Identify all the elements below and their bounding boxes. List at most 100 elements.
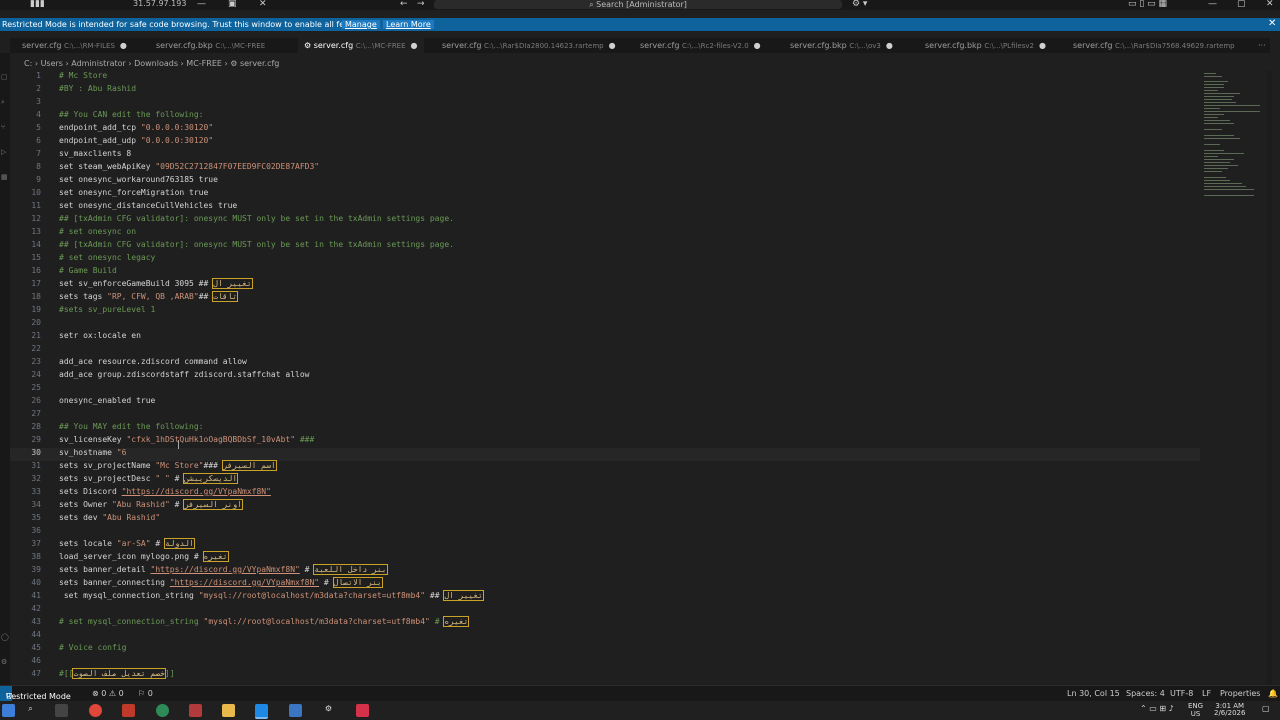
code-token: تاقات: [212, 291, 239, 302]
code-token: set sv_enforceGameBuild 3095 ##: [59, 279, 214, 288]
clock[interactable]: 3:01 AM 2/6/2026: [1214, 703, 1245, 717]
app-icon-1[interactable]: [122, 704, 135, 717]
line-number: 41: [31, 591, 41, 600]
code-token: sets banner_detail: [59, 565, 151, 574]
language-mode[interactable]: Properties: [1220, 689, 1260, 698]
line-number: 35: [31, 513, 41, 522]
close-icon[interactable]: ✕: [259, 0, 267, 9]
code-line: 28 ## You MAY edit the following:: [10, 422, 1200, 435]
file-explorer-icon[interactable]: [222, 704, 235, 717]
code-token: # set onesync legacy: [59, 253, 156, 262]
back-icon[interactable]: ←: [400, 0, 408, 9]
tab-server-cfg-rartemp-1[interactable]: server.cfg C:\...\Rar$DIa2800.14623.rart…: [442, 38, 616, 53]
window-restore-icon[interactable]: ▢: [1237, 0, 1246, 9]
tab-server-cfg-bkp-ov3[interactable]: server.cfg.bkp C:\...\ov3 ●: [790, 38, 893, 53]
unsaved-dot-icon[interactable]: ●: [1039, 41, 1046, 50]
notification-center-icon[interactable]: ▢: [1262, 704, 1270, 713]
code-token: تغيير ال: [443, 590, 484, 601]
app-icon-5[interactable]: [356, 704, 369, 717]
tab-server-cfg-bkp-plfiles[interactable]: server.cfg.bkp C:\...\PLfilesv2 ●: [925, 38, 1046, 53]
code-token: اونر السيرفر: [183, 499, 244, 510]
task-view-icon[interactable]: [55, 704, 68, 717]
tab-server-cfg-rm-files[interactable]: server.cfg C:\...\RM-FILES ●: [22, 38, 127, 53]
title-bar: ▮▮▮ 31.57.97.193 — ▣ ✕ ← → ⌕ Search [Adm…: [0, 0, 1280, 10]
code-token: ##: [198, 292, 214, 301]
code-token: set onesync_distanceCullVehicles true: [59, 201, 238, 210]
line-number: 8: [36, 162, 41, 171]
cursor-position[interactable]: Ln 30, Col 15: [1067, 689, 1120, 698]
manage-link[interactable]: Manage: [342, 20, 380, 29]
code-editor[interactable]: 1 # Mc Store 2 #BY : Abu Rashid 3 4 ## You …: [10, 71, 1200, 685]
unsaved-dot-icon[interactable]: ●: [609, 41, 616, 50]
encoding[interactable]: UTF-8: [1170, 689, 1193, 698]
restore-icon[interactable]: ▣: [228, 0, 237, 9]
line-number: 30: [31, 448, 41, 457]
code-line: 11 set onesync_distanceCullVehicles true: [10, 201, 1200, 214]
activity-bar: ▢ ⌕ ⑂ ▷ ▦ ◯ ⚙: [0, 53, 10, 685]
code-line: 37 sets locale "ar-SA" # الدولة: [10, 538, 1200, 552]
minimize-icon[interactable]: —: [197, 0, 206, 9]
unsaved-dot-icon[interactable]: ●: [754, 41, 761, 50]
settings-icon[interactable]: ⚙: [322, 704, 335, 717]
line-number: 6: [36, 136, 41, 145]
more-actions-icon[interactable]: ···: [1258, 38, 1266, 53]
code-token: #[[: [59, 669, 74, 678]
app-icon-4[interactable]: [289, 704, 302, 717]
ports-indicator[interactable]: ⚐ 0: [138, 689, 153, 698]
window-close-icon[interactable]: ✕: [1266, 0, 1274, 9]
code-token: "Abu Rashid": [102, 513, 161, 522]
vscode-icon[interactable]: [255, 704, 268, 719]
code-token: اسم السيرفر: [221, 460, 277, 471]
run-debug-icon[interactable]: ▷: [1, 148, 6, 156]
banner-close-icon[interactable]: ✕: [1268, 18, 1276, 29]
layout-icon[interactable]: ▭ ▯ ▭ ▦: [1128, 0, 1167, 9]
code-token: #: [429, 617, 445, 626]
problems-indicator[interactable]: ⊗ 0 ⚠ 0: [92, 689, 124, 698]
code-token: # set mysql_connection_string "mysql://r…: [59, 616, 470, 627]
account-icon[interactable]: ◯: [1, 633, 9, 641]
code-token: "Mc Store": [155, 461, 204, 470]
vertical-scrollbar[interactable]: [1266, 71, 1272, 685]
notifications-icon[interactable]: 🔔: [1268, 689, 1278, 698]
copilot-icon[interactable]: ⚙ ▾: [852, 0, 867, 9]
code-token: #BY : Abu Rashid: [59, 84, 137, 93]
learn-more-link[interactable]: Learn More: [383, 20, 434, 29]
chrome-icon[interactable]: [89, 704, 102, 717]
code-token: #: [299, 565, 315, 574]
forward-icon[interactable]: →: [417, 0, 425, 9]
indentation[interactable]: Spaces: 4: [1126, 689, 1165, 698]
code-line: 14 ## [txAdmin CFG validator]: onesync MU…: [10, 240, 1200, 253]
app-icon-2[interactable]: [156, 704, 169, 717]
app-icon-3[interactable]: [189, 704, 202, 717]
start-icon[interactable]: [2, 704, 15, 717]
tab-server-cfg-mc-free[interactable]: ⚙ server.cfg C:\...\MC-FREE ●: [298, 38, 424, 53]
code-token: "09D52C2712847F07EED9FC02DE87AFD3": [155, 162, 320, 171]
minimap[interactable]: [1200, 71, 1260, 201]
restricted-mode-indicator[interactable]: ⛉ Restricted Mode: [0, 686, 71, 701]
menu-icon[interactable]: ▮▮▮: [30, 0, 45, 9]
line-number: 27: [31, 409, 41, 418]
command-center[interactable]: ⌕ Search [Administrator]: [434, 0, 842, 9]
unsaved-dot-icon[interactable]: ●: [120, 41, 127, 50]
tray-icons[interactable]: ⌃ ▭ ⊞ ♪: [1140, 704, 1174, 713]
code-line-current: 30 sv_hostname "6: [10, 448, 1200, 461]
end-of-line[interactable]: LF: [1202, 689, 1211, 698]
tab-server-cfg-bkp-mc-free[interactable]: server.cfg.bkp C:\...\MC-FREE: [156, 38, 265, 53]
breadcrumb[interactable]: C: › Users › Administrator › Downloads ›…: [24, 59, 279, 68]
search-view-icon[interactable]: ⌕: [1, 98, 5, 107]
window-minimize-icon[interactable]: —: [1208, 0, 1217, 9]
explorer-icon[interactable]: ▢: [1, 73, 8, 81]
windows-taskbar: ⌕ ⚙ ⌃ ▭ ⊞ ♪ ENG US 3:01 AM 2/6/2026 ▢: [0, 701, 1280, 720]
manage-icon[interactable]: ⚙: [1, 658, 7, 666]
unsaved-dot-icon[interactable]: ●: [886, 41, 893, 50]
search-icon[interactable]: ⌕: [24, 704, 37, 717]
line-number: 45: [31, 643, 41, 652]
source-control-icon[interactable]: ⑂: [1, 123, 5, 131]
tab-server-cfg-rartemp-2[interactable]: server.cfg C:\...\Rar$DIa7568.49629.rart…: [1073, 38, 1235, 53]
code-token: "mysql://root@localhost/m3data?charset=u…: [203, 617, 430, 626]
tab-server-cfg-rc2[interactable]: server.cfg C:\...\Rc2-files-V2.0 ●: [640, 38, 761, 53]
extensions-icon[interactable]: ▦: [1, 173, 8, 181]
unsaved-dot-icon[interactable]: ●: [411, 41, 418, 50]
line-number: 13: [31, 227, 41, 236]
input-language[interactable]: ENG US: [1188, 702, 1203, 718]
